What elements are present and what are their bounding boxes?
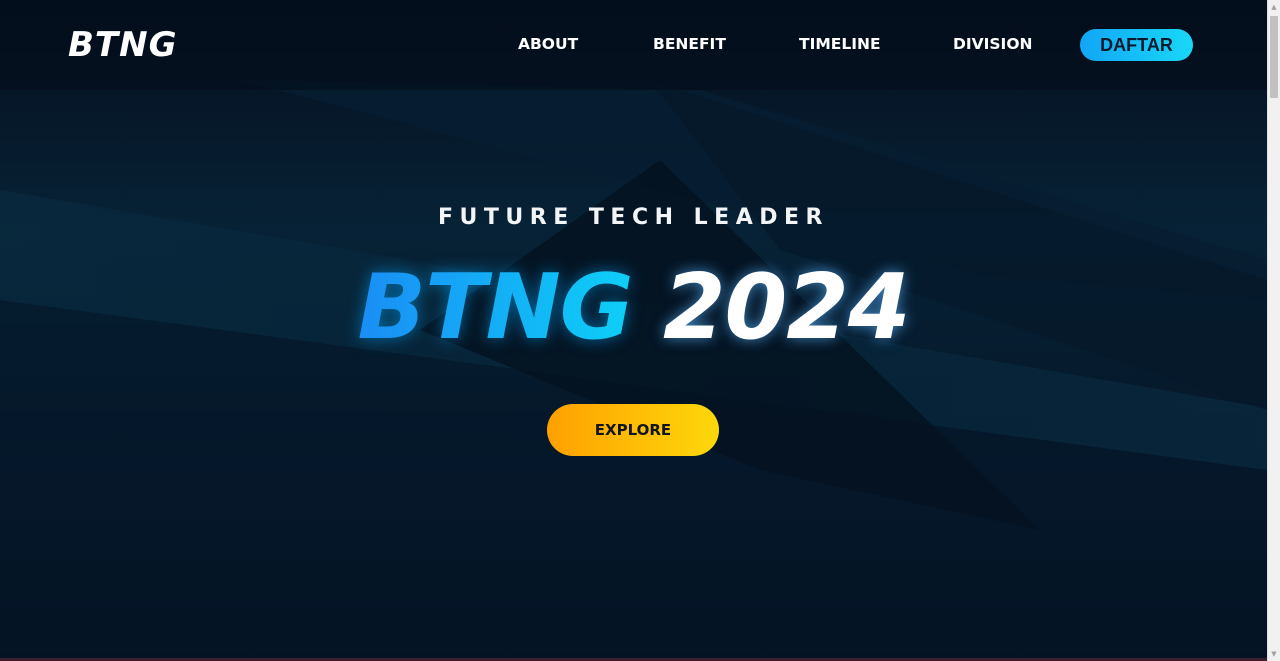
nav-link-timeline[interactable]: TIMELINE (799, 34, 881, 54)
navbar: BTNG ABOUT BENEFIT TIMELINE DIVISION DAF… (0, 0, 1267, 90)
explore-button[interactable]: EXPLORE (547, 404, 719, 456)
headline-year: 2024 (663, 255, 910, 360)
logo[interactable]: BTNG (68, 26, 177, 64)
daftar-button[interactable]: DAFTAR (1080, 29, 1193, 61)
vertical-scrollbar[interactable]: ▲ ▼ (1267, 0, 1280, 661)
scrollbar-thumb[interactable] (1270, 16, 1278, 98)
chevron-down-icon[interactable]: ▼ (1268, 647, 1280, 661)
hero-subtitle: FUTURE TECH LEADER (438, 205, 829, 230)
nav-link-benefit[interactable]: BENEFIT (653, 34, 726, 54)
hero-headline: BTNG 2024 (0, 258, 1267, 358)
nav-link-about[interactable]: ABOUT (518, 34, 578, 54)
chevron-up-icon[interactable]: ▲ (1268, 0, 1280, 14)
nav-link-division[interactable]: DIVISION (953, 34, 1032, 54)
headline-brand: BTNG (357, 255, 633, 360)
